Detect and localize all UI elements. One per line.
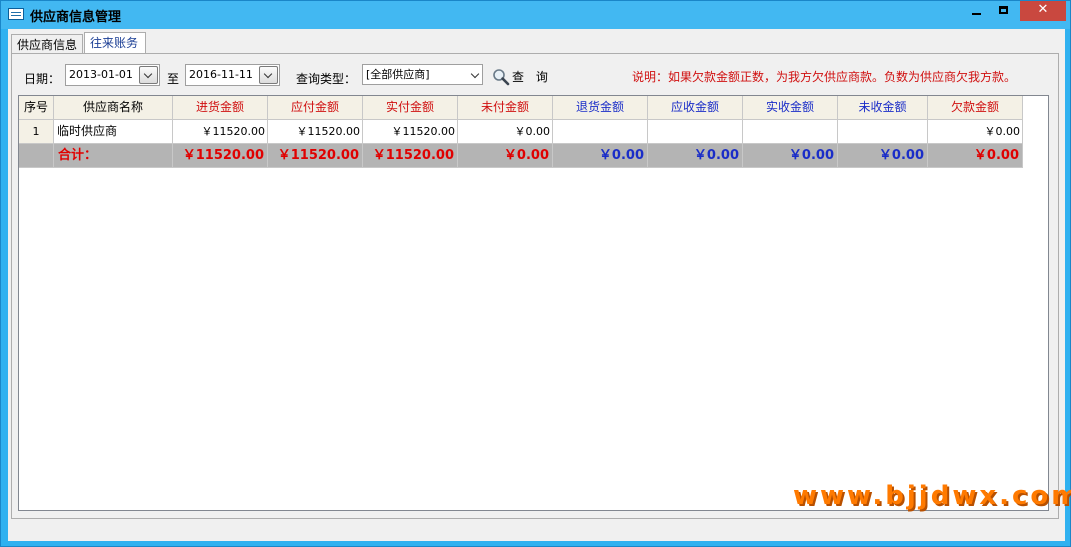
total-cell — [19, 144, 54, 168]
start-date-picker[interactable]: 2013-01-01 — [65, 64, 160, 86]
table-cell[interactable] — [838, 120, 928, 144]
to-label: 至 — [167, 72, 180, 86]
total-cell: ￥11520.00 — [173, 144, 268, 168]
table-cell[interactable]: ￥0.00 — [928, 120, 1023, 144]
table-cell[interactable] — [648, 120, 743, 144]
tab-accounts[interactable]: 往来账务 — [84, 32, 146, 54]
maximize-button[interactable] — [991, 1, 1017, 21]
row-number-cell: 1 — [19, 120, 54, 144]
query-button[interactable]: 查 询 — [512, 67, 552, 87]
total-cell: ￥11520.00 — [363, 144, 458, 168]
note-text: 说明：如果欠款金额正数，为我方欠供应商款。负数为供应商欠我方款。 — [632, 70, 1017, 84]
column-header[interactable]: 未收金额 — [838, 96, 928, 120]
column-header[interactable]: 进货金额 — [173, 96, 268, 120]
total-cell: ￥0.00 — [553, 144, 648, 168]
date-label: 日期： — [24, 72, 61, 86]
chevron-down-icon[interactable] — [139, 66, 158, 84]
column-header[interactable]: 供应商名称 — [54, 96, 173, 120]
total-cell: ￥0.00 — [838, 144, 928, 168]
total-cell: ￥0.00 — [458, 144, 553, 168]
column-header[interactable]: 欠款金额 — [928, 96, 1023, 120]
total-label: 合计： — [54, 144, 173, 168]
watermark: www.bjjdwx.com — [793, 481, 1071, 511]
client-area: 供应商信息 往来账务 日期： 2013-01-01 至 2016-11-11 查… — [8, 29, 1065, 541]
total-cell: ￥11520.00 — [268, 144, 363, 168]
search-icon[interactable] — [492, 68, 510, 86]
column-header[interactable]: 序号 — [19, 96, 54, 120]
window-title: 供应商信息管理 — [30, 10, 122, 25]
total-cell: ￥0.00 — [928, 144, 1023, 168]
query-type-select[interactable]: [全部供应商] — [362, 64, 483, 85]
end-date-picker[interactable]: 2016-11-11 — [185, 64, 280, 86]
tab-label: 供应商信息 — [17, 38, 78, 52]
table-cell[interactable] — [553, 120, 648, 144]
table-header-row: 序号 供应商名称 进货金额 应付金额 实付金额 未付金额 退货金额 应收金额 实… — [19, 96, 1023, 120]
close-icon: ✕ — [1037, 2, 1049, 17]
title-bar: 供应商信息管理 ✕ — [1, 1, 1070, 29]
column-header[interactable]: 应付金额 — [268, 96, 363, 120]
table-cell[interactable]: ￥11520.00 — [268, 120, 363, 144]
column-header[interactable]: 未付金额 — [458, 96, 553, 120]
chevron-down-icon[interactable] — [259, 66, 278, 84]
column-header[interactable]: 应收金额 — [648, 96, 743, 120]
tab-label: 往来账务 — [90, 36, 139, 50]
tab-supplier-info[interactable]: 供应商信息 — [11, 34, 83, 53]
column-header[interactable]: 实付金额 — [363, 96, 458, 120]
start-date-value: 2013-01-01 — [69, 68, 133, 81]
total-cell: ￥0.00 — [648, 144, 743, 168]
app-icon — [8, 8, 24, 20]
table-cell[interactable]: ￥11520.00 — [173, 120, 268, 144]
query-type-value: [全部供应商] — [366, 68, 430, 81]
column-header[interactable]: 退货金额 — [553, 96, 648, 120]
supplier-name-cell[interactable]: 临时供应商 — [54, 120, 173, 144]
close-button[interactable]: ✕ — [1020, 1, 1066, 21]
accounts-table: 序号 供应商名称 进货金额 应付金额 实付金额 未付金额 退货金额 应收金额 实… — [18, 95, 1049, 511]
table-cell[interactable]: ￥0.00 — [458, 120, 553, 144]
total-cell: ￥0.00 — [743, 144, 838, 168]
table-cell[interactable] — [743, 120, 838, 144]
table-row[interactable]: 1 临时供应商 ￥11520.00 ￥11520.00 ￥11520.00 ￥0… — [19, 120, 1023, 144]
table-cell[interactable]: ￥11520.00 — [363, 120, 458, 144]
total-row: 合计： ￥11520.00 ￥11520.00 ￥11520.00 ￥0.00 … — [19, 144, 1023, 168]
app-window: 供应商信息管理 ✕ 供应商信息 往来账务 日期： 2013-01-01 至 20… — [0, 0, 1071, 547]
query-type-label: 查询类型： — [296, 72, 357, 86]
end-date-value: 2016-11-11 — [189, 68, 253, 81]
minimize-button[interactable] — [963, 1, 990, 21]
chevron-down-icon — [470, 69, 480, 79]
column-header[interactable]: 实收金额 — [743, 96, 838, 120]
